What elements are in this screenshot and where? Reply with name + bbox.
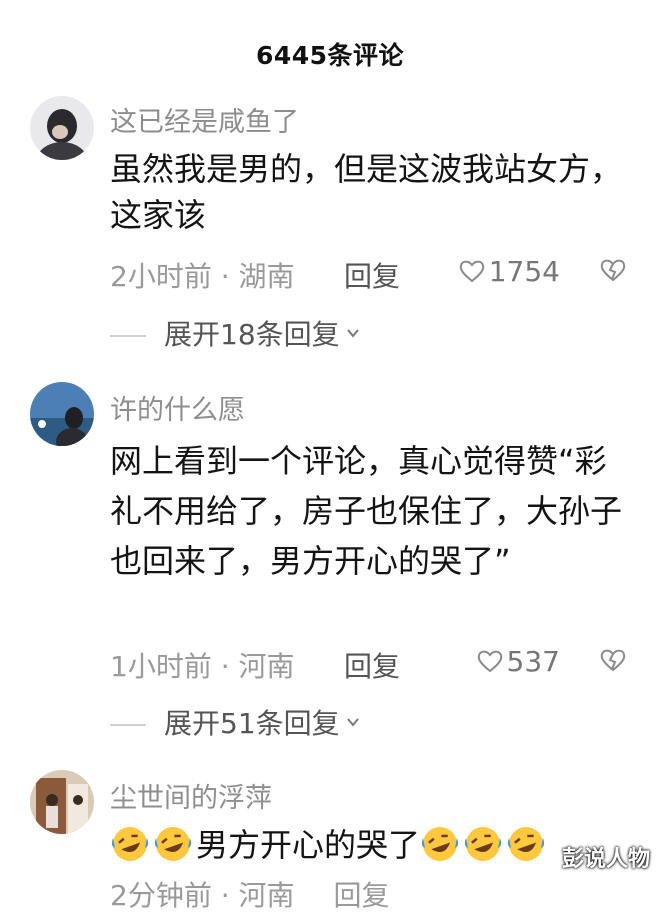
- avatar[interactable]: [30, 96, 94, 160]
- rofl-emoji-icon: [464, 827, 502, 861]
- expand-replies-button[interactable]: 展开18条回复: [110, 313, 360, 353]
- comment-time-location: 2小时前 · 湖南: [110, 260, 295, 293]
- avatar[interactable]: [30, 382, 94, 446]
- comment-username[interactable]: 尘世间的浮萍: [110, 776, 272, 815]
- comment-time-location: 2分钟前 · 河南: [110, 879, 295, 912]
- chevron-down-icon: [346, 718, 359, 727]
- expand-replies-label: 展开18条回复: [164, 318, 340, 351]
- reply-button[interactable]: 回复: [344, 645, 400, 685]
- comment-meta-cut-off: 2分钟前 · 河南 回复: [110, 874, 389, 914]
- comment-text: 男方开心的哭了: [196, 826, 421, 864]
- comment-meta: 2小时前 · 湖南 回复 1754: [110, 255, 630, 295]
- rofl-emoji-icon: [507, 827, 545, 861]
- rofl-emoji-icon: [154, 827, 192, 861]
- heart-outline-icon: [477, 650, 502, 673]
- like-count: 1754: [488, 255, 560, 288]
- dislike-button[interactable]: [600, 257, 626, 290]
- comment-meta: 1小时前 · 河南 回复 537: [110, 645, 630, 685]
- divider: [110, 724, 146, 726]
- like-count: 537: [506, 645, 560, 678]
- reply-button[interactable]: 回复: [344, 255, 400, 295]
- watermark: 彭说人物: [561, 847, 650, 872]
- broken-heart-icon: [600, 649, 626, 672]
- like-button[interactable]: 537: [477, 645, 560, 678]
- expand-replies-label: 展开51条回复: [164, 707, 340, 740]
- comment-text: 网上看到一个评论，真心觉得赞“彩礼不用给了，房子也保住了，大孙子也回来了，男方开…: [110, 442, 623, 580]
- comments-count-title: 6445条评论: [255, 41, 405, 70]
- expand-replies-button[interactable]: 展开51条回复: [110, 702, 360, 742]
- rofl-emoji-icon: [111, 827, 149, 861]
- comment-text: 虽然我是男的，但是这波我站女方，这家该: [110, 150, 623, 234]
- rofl-emoji-icon: [421, 827, 459, 861]
- comment-time-location: 1小时前 · 河南: [110, 650, 295, 683]
- broken-heart-icon: [600, 259, 626, 282]
- like-button[interactable]: 1754: [459, 255, 560, 288]
- comment-username[interactable]: 这已经是咸鱼了: [110, 100, 299, 139]
- avatar[interactable]: [30, 770, 94, 834]
- heart-outline-icon: [459, 260, 484, 283]
- dislike-button[interactable]: [600, 647, 626, 680]
- reply-button[interactable]: 回复: [333, 879, 389, 912]
- divider: [110, 335, 146, 337]
- chevron-down-icon: [346, 329, 359, 338]
- comment-username[interactable]: 许的什么愿: [110, 388, 245, 427]
